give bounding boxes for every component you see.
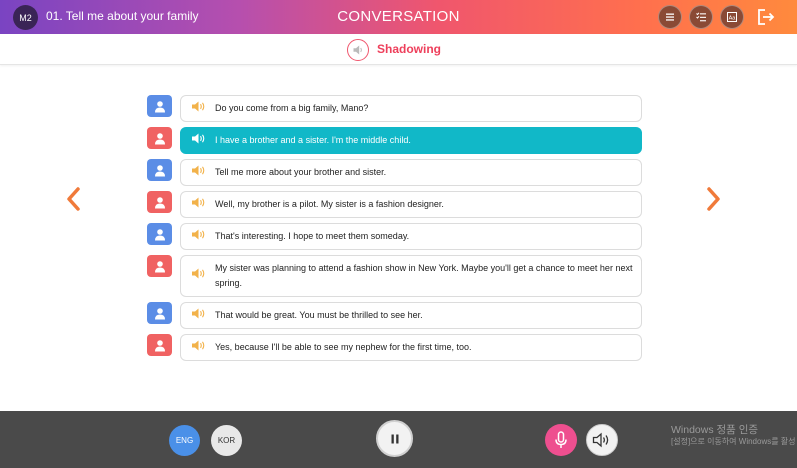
- person-icon: [154, 307, 165, 319]
- dialogue-text: My sister was planning to attend a fashi…: [215, 263, 633, 288]
- dialogue-text: Tell me more about your brother and sist…: [215, 167, 387, 177]
- lesson-title: 01. Tell me about your family: [46, 9, 199, 23]
- speaker-icon[interactable]: [191, 100, 207, 113]
- next-arrow-icon[interactable]: [705, 186, 723, 212]
- dialogue-bubble[interactable]: Yes, because I'll be able to see my neph…: [180, 334, 642, 361]
- svg-text:Aa: Aa: [729, 16, 737, 22]
- header-bar: M2 01. Tell me about your family CONVERS…: [0, 0, 797, 34]
- speaker-icon: [353, 45, 362, 55]
- person-icon: [154, 164, 165, 176]
- exit-button[interactable]: [755, 6, 777, 28]
- exit-icon: [758, 9, 775, 25]
- speaker-avatar: [147, 95, 172, 117]
- microphone-icon: [555, 431, 567, 448]
- module-badge: M2: [13, 5, 38, 30]
- speaker-icon[interactable]: [191, 307, 207, 320]
- menu-icon: [666, 13, 674, 21]
- speaker-icon[interactable]: [191, 267, 207, 280]
- speaker-icon[interactable]: [191, 339, 207, 352]
- speaker-avatar: [147, 127, 172, 149]
- speaker-avatar: [147, 223, 172, 245]
- volume-icon: [592, 432, 609, 448]
- volume-button[interactable]: [586, 424, 618, 456]
- eng-language-button[interactable]: ENG: [169, 425, 200, 456]
- speaker-avatar: [147, 302, 172, 324]
- kor-language-button[interactable]: KOR: [211, 425, 242, 456]
- speaker-avatar: [147, 255, 172, 277]
- mode-bar: Shadowing: [0, 34, 797, 65]
- person-icon: [154, 228, 165, 240]
- text-size-icon: Aa: [727, 12, 737, 22]
- speaker-icon[interactable]: [191, 164, 207, 177]
- pause-button[interactable]: [376, 420, 413, 457]
- person-icon: [154, 339, 165, 351]
- pause-icon: [391, 434, 398, 443]
- dialogue-text: That's interesting. I hope to meet them …: [215, 231, 410, 241]
- windows-activation-subtitle: [설정]으로 이동하여 Windows를 활성: [671, 437, 796, 446]
- checklist-button[interactable]: [689, 5, 713, 29]
- menu-button[interactable]: [658, 5, 682, 29]
- dialogue-bubble[interactable]: Do you come from a big family, Mano?: [180, 95, 642, 122]
- person-icon: [154, 132, 165, 144]
- shadowing-audio-button[interactable]: [347, 39, 369, 61]
- speaker-avatar: [147, 191, 172, 213]
- dialogue-bubble[interactable]: Tell me more about your brother and sist…: [180, 159, 642, 186]
- checklist-icon: [696, 12, 706, 22]
- dialogue-bubble[interactable]: My sister was planning to attend a fashi…: [180, 255, 642, 297]
- person-icon: [154, 260, 165, 272]
- dialogue-text: Well, my brother is a pilot. My sister i…: [215, 199, 444, 209]
- dialogue-text: That would be great. You must be thrille…: [215, 310, 423, 320]
- text-size-button[interactable]: Aa: [720, 5, 744, 29]
- dialogue-text: Yes, because I'll be able to see my neph…: [215, 342, 472, 352]
- dialogue-bubble[interactable]: Well, my brother is a pilot. My sister i…: [180, 191, 642, 218]
- speaker-avatar: [147, 159, 172, 181]
- footer-bar: ENG KOR Windows 정품 인증 [설정]으로 이동하여 Window…: [0, 411, 797, 468]
- dialogue-bubble-active[interactable]: I have a brother and a sister. I'm the m…: [180, 127, 642, 154]
- previous-arrow-icon[interactable]: [64, 186, 82, 212]
- mode-label: Shadowing: [377, 42, 441, 56]
- person-icon: [154, 196, 165, 208]
- speaker-icon[interactable]: [191, 228, 207, 241]
- speaker-icon[interactable]: [191, 132, 207, 145]
- person-icon: [154, 100, 165, 112]
- windows-activation-title: Windows 정품 인증: [671, 424, 759, 436]
- dialogue-text: I have a brother and a sister. I'm the m…: [215, 135, 411, 145]
- dialogue-bubble[interactable]: That would be great. You must be thrille…: [180, 302, 642, 329]
- speaker-avatar: [147, 334, 172, 356]
- speaker-icon[interactable]: [191, 196, 207, 209]
- record-button[interactable]: [545, 424, 577, 456]
- dialogue-bubble[interactable]: That's interesting. I hope to meet them …: [180, 223, 642, 250]
- dialogue-text: Do you come from a big family, Mano?: [215, 103, 369, 113]
